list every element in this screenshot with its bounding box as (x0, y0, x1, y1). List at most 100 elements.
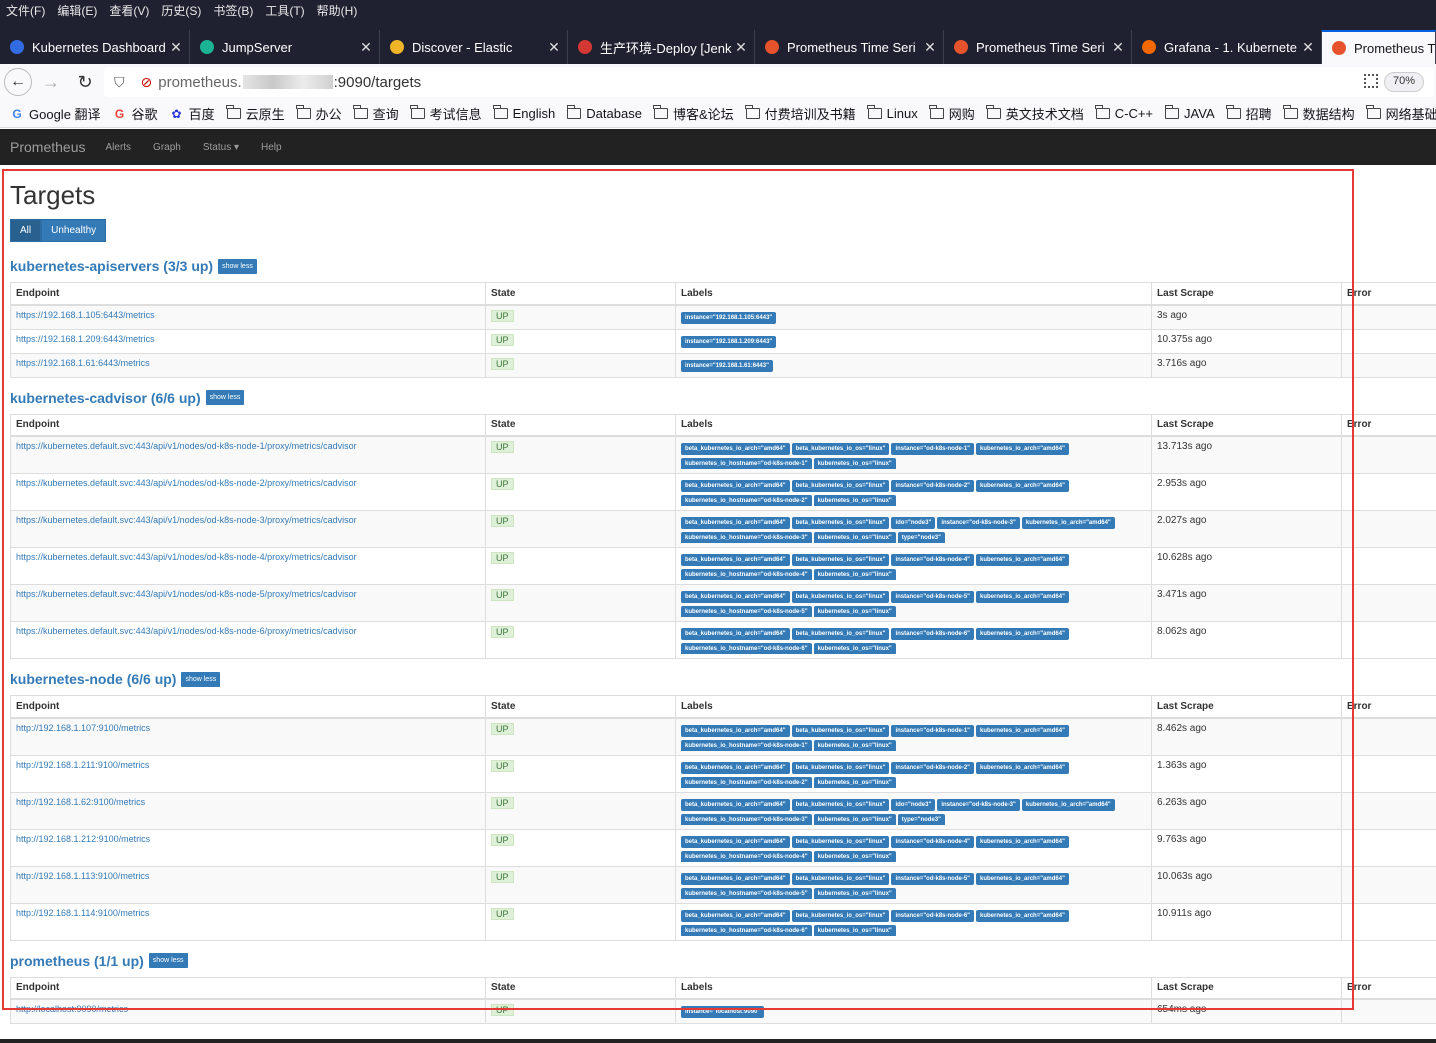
bookmark-item[interactable]: ✿ 百度 (170, 104, 215, 123)
nav-graph[interactable]: Graph (153, 142, 181, 153)
bookmark-item[interactable]: 查询 (353, 104, 399, 123)
browser-tab[interactable]: Prometheus Ti (1322, 30, 1436, 64)
bookmark-item[interactable]: Database (566, 105, 642, 121)
filter-unhealthy-button[interactable]: Unhealthy (41, 219, 107, 242)
menu-edit[interactable]: 编辑(E) (57, 2, 97, 19)
bookmark-item[interactable]: 付费培训及书籍 (745, 104, 856, 123)
bookmark-item[interactable]: 数据结构 (1283, 104, 1355, 123)
menu-tools[interactable]: 工具(T) (265, 2, 304, 19)
insecure-lock-icon[interactable]: ⊘ (141, 74, 153, 91)
state-badge: UP (491, 478, 514, 490)
endpoint-link[interactable]: https://kubernetes.default.svc:443/api/v… (16, 626, 480, 636)
back-button[interactable]: ← (4, 68, 32, 96)
bookmark-item[interactable]: English (493, 105, 556, 121)
close-tab-icon[interactable]: ✕ (1299, 39, 1317, 56)
bookmarks-bar: G Google 翻译 G 谷歌 ✿ 百度 云原生 办公 查询 考试信息 English Databa… (0, 100, 1436, 128)
endpoint-link[interactable]: https://kubernetes.default.svc:443/api/v… (16, 478, 480, 488)
table-row: http://192.168.1.211:9100/metrics UP beta_… (10, 754, 1436, 793)
labels-list: beta_kubernetes_io_arch="amd64" beta_kube… (681, 589, 1146, 617)
endpoint-link[interactable]: https://192.168.1.61:6443/metrics (16, 358, 480, 368)
nav-help[interactable]: Help (261, 142, 282, 153)
bookmark-item[interactable]: C-C++ (1095, 105, 1153, 121)
qr-code-icon[interactable] (1364, 74, 1378, 88)
browser-tab[interactable]: Kubernetes Dashboard ✕ (0, 30, 190, 64)
nav-alerts[interactable]: Alerts (105, 142, 131, 153)
bookmark-item[interactable]: 英文技术文档 (986, 104, 1084, 123)
bookmark-item[interactable]: 招聘 (1226, 104, 1272, 123)
endpoint-link[interactable]: http://192.168.1.107:9100/metrics (16, 723, 480, 733)
job-title-link[interactable]: prometheus (1/1 up) (10, 953, 144, 969)
label-badge: beta_kubernetes_io_os="linux" (791, 628, 890, 640)
tab-strip: Kubernetes Dashboard ✕ JumpServer ✕ Discover… (0, 20, 1436, 64)
label-badge: beta_kubernetes_io_os="linux" (791, 591, 890, 603)
nav-status[interactable]: Status ▾ (203, 142, 239, 153)
menu-help[interactable]: 帮助(H) (317, 2, 358, 19)
show-less-button[interactable]: show less (218, 258, 257, 274)
label-badge: kubernetes_io_arch="amd64" (976, 554, 1069, 566)
browser-tab[interactable]: Discover - Elastic ✕ (380, 30, 568, 64)
show-less-button[interactable]: show less (205, 390, 245, 405)
browser-tab[interactable]: JumpServer ✕ (190, 30, 380, 64)
show-less-button[interactable]: show less (181, 671, 221, 687)
bookmark-item[interactable]: 考试信息 (410, 104, 482, 123)
bookmark-item[interactable]: G Google 翻译 (10, 104, 100, 123)
bookmark-item[interactable]: 网络基础 (1366, 104, 1436, 123)
endpoint-link[interactable]: http://localhost:9090/metrics (16, 1004, 480, 1014)
endpoint-link[interactable]: http://192.168.1.113:9100/metrics (16, 871, 480, 881)
table-row: https://kubernetes.default.svc:443/api/v… (10, 435, 1436, 474)
bookmark-label: 办公 (315, 107, 342, 122)
menu-history[interactable]: 历史(S) (161, 2, 201, 19)
browser-tab[interactable]: 生产环境-Deploy [Jenk ✕ (568, 30, 755, 64)
endpoint-link[interactable]: https://kubernetes.default.svc:443/api/v… (16, 515, 480, 525)
endpoint-link[interactable]: https://kubernetes.default.svc:443/api/v… (16, 552, 480, 562)
url-bar[interactable]: ⛉ ⊘ prometheus.:9090/targets 70% (104, 67, 1434, 97)
last-scrape-cell: 10.063s ago (1151, 865, 1342, 904)
bookmark-item[interactable]: 办公 (296, 104, 342, 123)
bookmark-item[interactable]: JAVA (1164, 105, 1215, 121)
endpoint-link[interactable]: https://192.168.1.105:6443/metrics (16, 310, 480, 320)
endpoint-link[interactable]: http://192.168.1.212:9100/metrics (16, 834, 480, 844)
state-badge: UP (491, 759, 514, 772)
job-title-link[interactable]: kubernetes-apiservers (3/3 up) (10, 258, 213, 274)
close-tab-icon[interactable]: ✕ (357, 39, 375, 56)
state-cell: UP (485, 717, 676, 756)
show-less-button[interactable]: show less (148, 953, 188, 968)
filter-all-button[interactable]: All (10, 219, 42, 242)
forward-button[interactable]: → (36, 67, 66, 97)
endpoint-cell: https://kubernetes.default.svc:443/api/v… (10, 621, 486, 659)
endpoint-link[interactable]: https://kubernetes.default.svc:443/api/v… (16, 589, 480, 599)
close-tab-icon[interactable]: ✕ (921, 39, 939, 56)
job-title-link[interactable]: kubernetes-node (6/6 up) (10, 671, 176, 687)
bookmark-item[interactable]: Linux (867, 105, 918, 121)
endpoint-link[interactable]: http://192.168.1.211:9100/metrics (16, 760, 480, 770)
bookmark-item[interactable]: 网购 (929, 104, 975, 123)
label-badge: beta_kubernetes_io_os="linux" (791, 443, 890, 455)
close-tab-icon[interactable]: ✕ (545, 39, 563, 56)
shield-icon[interactable]: ⛉ (114, 74, 125, 91)
close-tab-icon[interactable]: ✕ (732, 39, 750, 56)
col-state-header: State (485, 976, 676, 1000)
bookmark-label: English (512, 106, 556, 121)
url-host-end: :9090/targets (333, 73, 422, 91)
prometheus-brand[interactable]: Prometheus (10, 139, 85, 155)
bookmark-item[interactable]: 博客&论坛 (653, 104, 734, 123)
browser-tab[interactable]: Prometheus Time Seri ✕ (944, 30, 1132, 64)
menu-file[interactable]: 文件(F) (6, 2, 45, 19)
label-badge: beta_kubernetes_io_os="linux" (791, 480, 890, 492)
menu-bookmarks[interactable]: 书签(B) (213, 2, 253, 19)
endpoint-link[interactable]: https://192.168.1.209:6443/metrics (16, 334, 480, 344)
endpoint-link[interactable]: http://192.168.1.62:9100/metrics (16, 797, 480, 807)
reload-button[interactable]: ↻ (70, 67, 100, 97)
browser-tab[interactable]: Prometheus Time Seri ✕ (755, 30, 944, 64)
menu-view[interactable]: 查看(V) (109, 2, 149, 19)
label-badge: beta_kubernetes_io_arch="amd64" (681, 480, 790, 492)
bookmark-item[interactable]: 云原生 (226, 104, 285, 123)
bookmark-item[interactable]: G 谷歌 (113, 104, 158, 123)
close-tab-icon[interactable]: ✕ (167, 39, 185, 56)
job-title-link[interactable]: kubernetes-cadvisor (6/6 up) (10, 390, 201, 406)
zoom-level[interactable]: 70% (1383, 72, 1424, 92)
endpoint-link[interactable]: http://192.168.1.114:9100/metrics (16, 908, 480, 918)
browser-tab[interactable]: Grafana - 1. Kubernete ✕ (1132, 30, 1322, 64)
endpoint-link[interactable]: https://kubernetes.default.svc:443/api/v… (16, 441, 480, 451)
close-tab-icon[interactable]: ✕ (1109, 39, 1127, 56)
